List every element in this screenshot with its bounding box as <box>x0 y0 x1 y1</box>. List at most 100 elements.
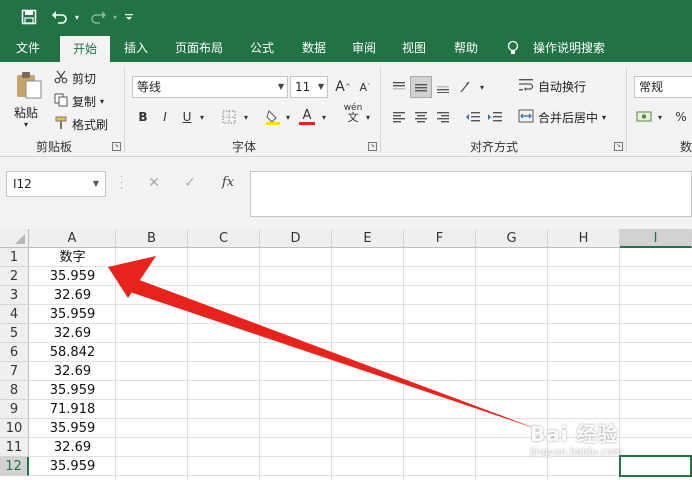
column-header-g[interactable]: G <box>476 229 548 248</box>
column-header-i[interactable]: I <box>620 229 692 248</box>
tab-file[interactable]: 文件 <box>6 34 50 62</box>
font-launcher-icon[interactable]: ↘ <box>368 142 377 151</box>
underline-button[interactable]: U <box>176 106 198 128</box>
column-header-e[interactable]: E <box>332 229 404 248</box>
orientation-dropdown-icon[interactable]: ▾ <box>476 76 488 98</box>
tab-review[interactable]: 审阅 <box>342 34 386 62</box>
tab-data[interactable]: 数据 <box>292 34 336 62</box>
cell-a10[interactable]: 35.959 <box>29 419 116 438</box>
fill-color-icon[interactable] <box>262 106 284 128</box>
copy-dropdown-icon[interactable]: ▾ <box>100 97 104 106</box>
shrink-font-button[interactable]: Aˇ <box>354 76 376 98</box>
orientation-icon[interactable] <box>456 76 478 98</box>
align-top-icon[interactable] <box>388 76 410 98</box>
merge-center-icon <box>518 109 534 126</box>
tab-insert[interactable]: 插入 <box>114 34 158 62</box>
grow-font-button[interactable]: A ^ <box>332 76 354 98</box>
align-center-icon[interactable] <box>410 106 432 128</box>
tab-help[interactable]: 帮助 <box>444 34 488 62</box>
cancel-icon[interactable]: ✕ <box>144 175 164 195</box>
redo-icon[interactable] <box>86 5 110 29</box>
clipboard-launcher-icon[interactable]: ↘ <box>112 142 121 151</box>
align-right-icon[interactable] <box>432 106 454 128</box>
customize-icon[interactable] <box>122 5 136 29</box>
borders-icon[interactable] <box>218 106 240 128</box>
cell-a12[interactable]: 35.959 <box>29 457 116 476</box>
copy-button[interactable]: 复制 ▾ <box>54 93 104 110</box>
cell-a2[interactable]: 35.959 <box>29 267 116 286</box>
wrap-text-button[interactable]: 自动换行 <box>518 78 586 95</box>
phonetic-dropdown-icon[interactable]: ▾ <box>362 106 374 128</box>
paste-icon[interactable] <box>14 70 46 100</box>
row-header-10[interactable]: 10 <box>0 419 29 438</box>
undo-dropdown-icon[interactable]: ▾ <box>72 5 82 29</box>
row-header-5[interactable]: 5 <box>0 324 29 343</box>
drag-handle-icon[interactable]: · · · <box>120 173 124 195</box>
name-box[interactable]: I12 ▼ <box>6 171 106 197</box>
merge-center-button[interactable]: 合并后居中 ▾ <box>518 109 606 126</box>
undo-icon[interactable] <box>48 5 72 29</box>
cell-a9[interactable]: 71.918 <box>29 400 116 419</box>
tab-formulas[interactable]: 公式 <box>240 34 284 62</box>
row-header-3[interactable]: 3 <box>0 286 29 305</box>
paste-button[interactable]: 粘贴 <box>14 104 38 121</box>
group-divider <box>124 68 125 152</box>
row-header-6[interactable]: 6 <box>0 343 29 362</box>
column-header-d[interactable]: D <box>260 229 332 248</box>
cell-a3[interactable]: 32.69 <box>29 286 116 305</box>
merge-center-dropdown-icon[interactable]: ▾ <box>602 113 606 122</box>
row-header-9[interactable]: 9 <box>0 400 29 419</box>
align-left-icon[interactable] <box>388 106 410 128</box>
bold-button[interactable]: B <box>132 106 154 128</box>
cell-a1[interactable]: 数字 <box>29 248 116 267</box>
enter-icon[interactable]: ✓ <box>180 175 200 195</box>
column-header-b[interactable]: B <box>116 229 188 248</box>
column-header-h[interactable]: H <box>548 229 620 248</box>
alignment-launcher-icon[interactable]: ↘ <box>614 142 623 151</box>
cell-a8[interactable]: 35.959 <box>29 381 116 400</box>
font-color-dropdown-icon[interactable]: ▾ <box>318 106 330 128</box>
cell-a7[interactable]: 32.69 <box>29 362 116 381</box>
tell-me-search[interactable]: 操作说明搜索 <box>528 34 610 62</box>
row-header-7[interactable]: 7 <box>0 362 29 381</box>
select-all-button[interactable] <box>0 229 29 248</box>
number-format-select[interactable]: 常规 <box>634 76 692 98</box>
column-header-a[interactable]: A <box>29 229 116 248</box>
font-size-select[interactable]: 11 ▼ <box>290 76 328 98</box>
save-icon[interactable] <box>18 5 40 29</box>
font-name-select[interactable]: 等线 ▼ <box>132 76 288 98</box>
row-header-1[interactable]: 1 <box>0 248 29 267</box>
align-middle-icon[interactable] <box>410 76 432 98</box>
accounting-dropdown-icon[interactable]: ▾ <box>654 106 666 128</box>
accounting-format-icon[interactable] <box>634 106 656 128</box>
cell-a4[interactable]: 35.959 <box>29 305 116 324</box>
cut-button[interactable]: 剪切 <box>54 70 96 87</box>
tab-home[interactable]: 开始 <box>60 36 110 62</box>
decrease-indent-icon[interactable] <box>462 106 484 128</box>
cell-a5[interactable]: 32.69 <box>29 324 116 343</box>
italic-button[interactable]: I <box>154 106 176 128</box>
increase-indent-icon[interactable] <box>484 106 506 128</box>
redo-dropdown-icon[interactable]: ▾ <box>110 5 120 29</box>
insert-function-icon[interactable]: fx <box>216 175 240 195</box>
cell-a11[interactable]: 32.69 <box>29 438 116 457</box>
fill-color-dropdown-icon[interactable]: ▾ <box>282 106 294 128</box>
formula-input[interactable] <box>250 171 692 217</box>
row-header-8[interactable]: 8 <box>0 381 29 400</box>
row-header-2[interactable]: 2 <box>0 267 29 286</box>
borders-dropdown-icon[interactable]: ▾ <box>240 106 252 128</box>
column-header-f[interactable]: F <box>404 229 476 248</box>
row-header-4[interactable]: 4 <box>0 305 29 324</box>
tab-page-layout[interactable]: 页面布局 <box>168 34 230 62</box>
percent-button[interactable]: % <box>670 106 692 128</box>
tab-view[interactable]: 视图 <box>392 34 436 62</box>
row-header-11[interactable]: 11 <box>0 438 29 457</box>
font-color-button[interactable]: A <box>296 106 318 128</box>
paste-dropdown-icon[interactable]: ▾ <box>24 120 28 129</box>
align-bottom-icon[interactable] <box>432 76 454 98</box>
column-header-c[interactable]: C <box>188 229 260 248</box>
underline-dropdown-icon[interactable]: ▾ <box>196 106 208 128</box>
cell-a6[interactable]: 58.842 <box>29 343 116 362</box>
row-header-12[interactable]: 12 <box>0 457 29 476</box>
format-painter-button[interactable]: 格式刷 <box>54 116 108 133</box>
